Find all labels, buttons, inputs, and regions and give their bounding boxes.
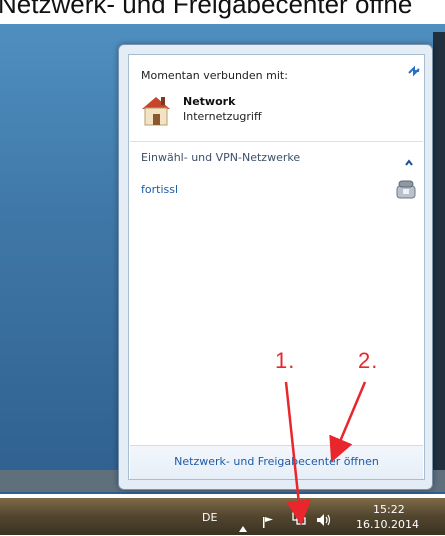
clock-date[interactable]: 16.10.2014 bbox=[356, 518, 419, 531]
volume-icon[interactable] bbox=[316, 512, 332, 526]
annotation-label-1: 1. bbox=[275, 348, 296, 373]
home-network-icon bbox=[139, 93, 173, 127]
annotation-label-2: 2. bbox=[358, 348, 379, 373]
network-flyout: Momentan verbunden mit: Network Internet… bbox=[118, 44, 433, 490]
divider bbox=[130, 141, 423, 142]
network-status: Internetzugriff bbox=[183, 110, 262, 123]
network-flyout-content: Momentan verbunden mit: Network Internet… bbox=[128, 54, 425, 480]
collapse-chevron-icon[interactable] bbox=[404, 153, 414, 166]
connected-label: Momentan verbunden mit: bbox=[141, 69, 288, 82]
clock-time[interactable]: 15:22 bbox=[373, 503, 405, 516]
network-name: Network bbox=[183, 95, 236, 108]
network-entry[interactable]: Network Internetzugriff bbox=[139, 93, 419, 129]
vpn-item-name: fortissl bbox=[141, 183, 179, 196]
network-tray-icon[interactable] bbox=[291, 511, 307, 527]
refresh-icon[interactable] bbox=[406, 63, 422, 79]
vpn-section-label: Einwähl- und VPN-Netzwerke bbox=[141, 151, 301, 164]
vpn-item-row[interactable]: fortissl bbox=[139, 177, 419, 205]
show-hidden-icons-arrow-icon[interactable] bbox=[239, 517, 247, 532]
action-center-flag-icon[interactable] bbox=[262, 513, 274, 528]
flyout-footer: Netzwerk- und Freigabecenter öffnen bbox=[130, 445, 423, 479]
taskbar: DE 15:22 16.10.2014 bbox=[0, 498, 445, 535]
desktop-edge bbox=[433, 32, 445, 492]
network-center-link[interactable]: Netzwerk- und Freigabecenter öffnen bbox=[130, 455, 423, 468]
language-indicator[interactable]: DE bbox=[202, 511, 217, 524]
dialup-phone-icon bbox=[394, 177, 418, 201]
